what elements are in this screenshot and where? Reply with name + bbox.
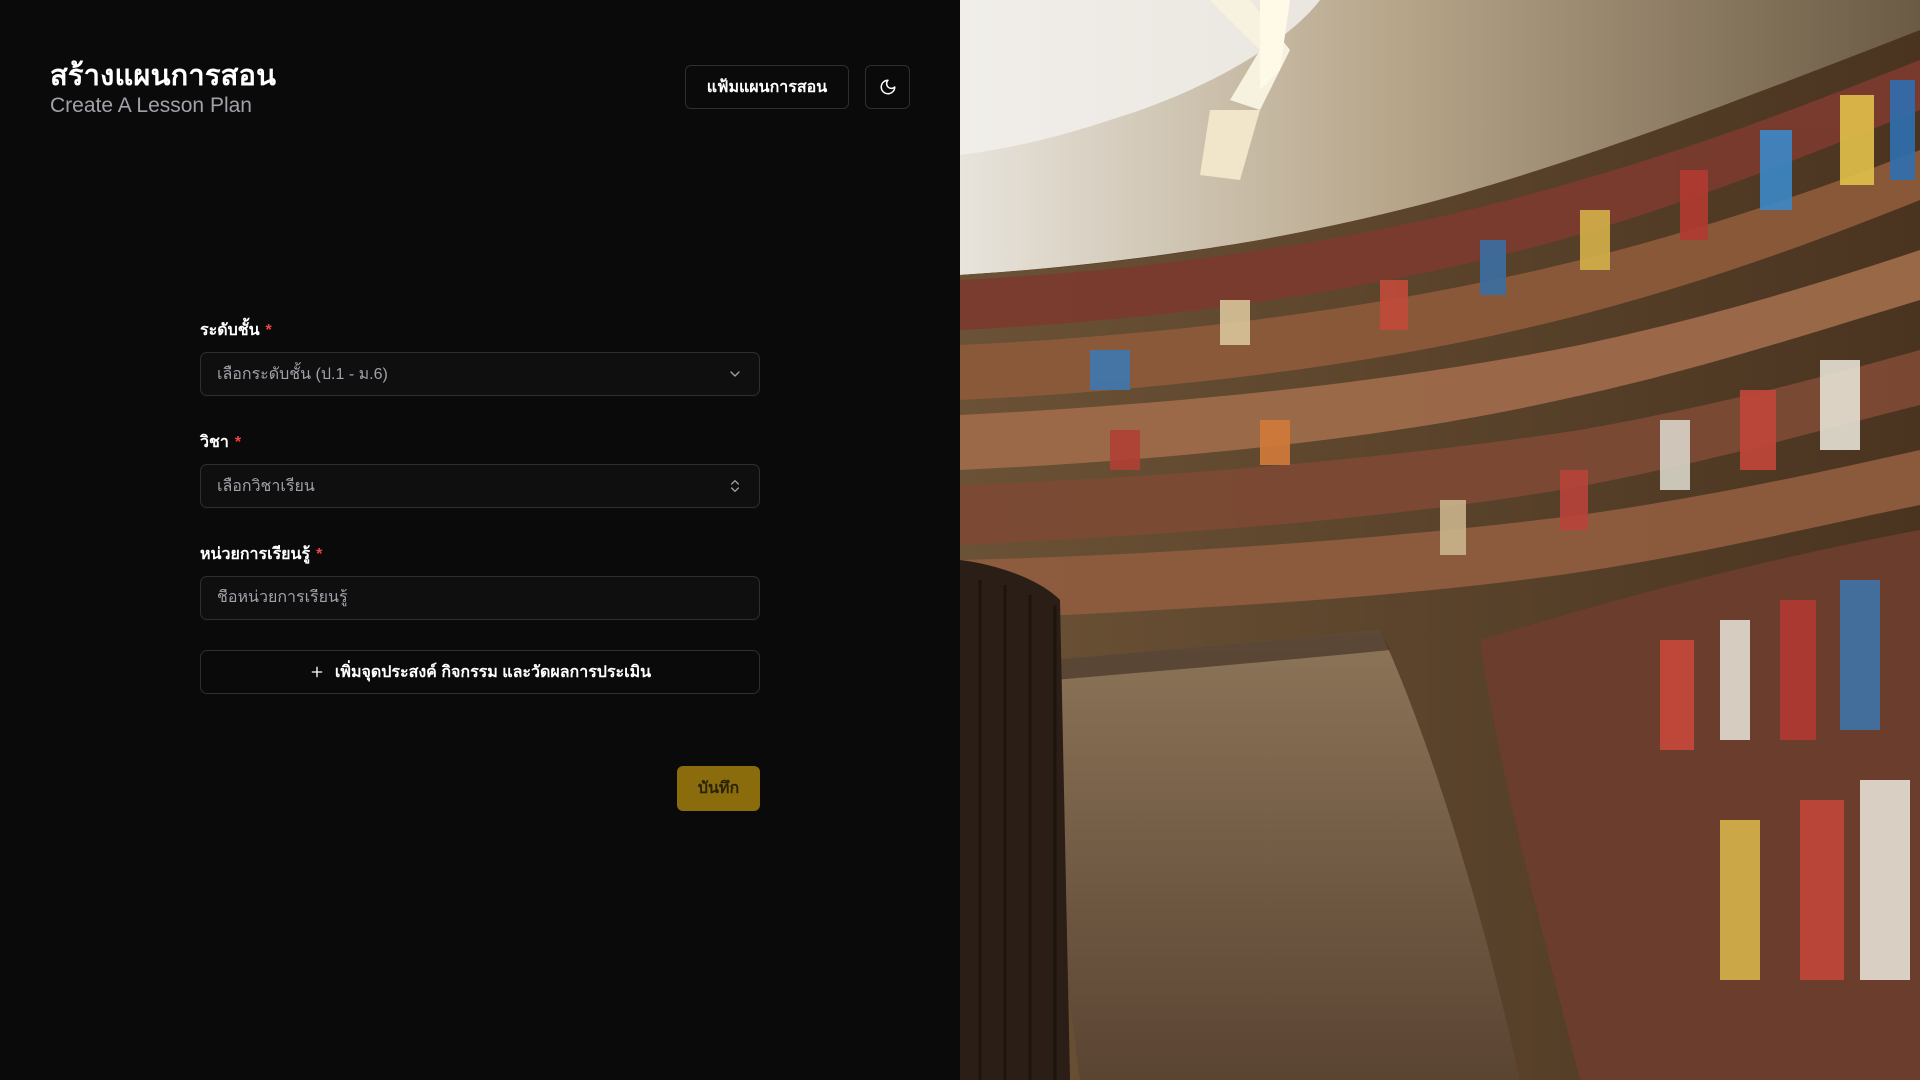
subject-label-text: วิชา: [200, 434, 229, 451]
page-title: สร้างแผนการสอน: [50, 60, 277, 92]
lesson-plan-portfolio-button[interactable]: แฟ้มแผนการสอน: [685, 65, 849, 109]
grade-label: ระดับชั้น *: [200, 320, 760, 342]
grade-label-text: ระดับชั้น: [200, 322, 260, 339]
add-objectives-label: เพิ่มจุดประสงค์ กิจกรรม และวัดผลการประเม…: [334, 663, 652, 681]
unit-label-text: หน่วยการเรียนรู้: [200, 546, 311, 563]
subject-label: วิชา *: [200, 432, 760, 454]
required-mark: *: [265, 322, 272, 339]
page-subtitle: Create A Lesson Plan: [50, 94, 252, 117]
header: สร้างแผนการสอน Create A Lesson Plan แฟ้ม…: [50, 52, 910, 132]
library-bookshelves-photo: [960, 0, 1920, 1080]
unit-label: หน่วยการเรียนรู้ *: [200, 544, 760, 566]
moon-icon: [880, 79, 895, 95]
unit-field: หน่วยการเรียนรู้ *: [200, 544, 760, 620]
plus-icon: [311, 666, 323, 678]
required-mark: *: [234, 434, 242, 451]
required-mark: *: [316, 546, 323, 563]
chevrons-up-down-icon: [727, 478, 743, 494]
subject-field: วิชา * เลือกวิชาเรียน: [200, 432, 760, 508]
unit-name-input[interactable]: [217, 589, 743, 607]
theme-toggle-button[interactable]: [865, 65, 910, 109]
save-button[interactable]: บันทึก: [677, 766, 760, 811]
lesson-plan-form: ระดับชั้น * เลือกระดับชั้น (ป.1 - ม.6) วิ…: [200, 320, 760, 694]
form-panel: สร้างแผนการสอน Create A Lesson Plan แฟ้ม…: [0, 0, 960, 1080]
subject-select[interactable]: เลือกวิชาเรียน: [200, 464, 760, 508]
page: สร้างแผนการสอน Create A Lesson Plan แฟ้ม…: [0, 0, 1920, 1080]
unit-input-wrapper: [200, 576, 760, 620]
chevron-down-icon: [727, 366, 743, 382]
add-objectives-button[interactable]: เพิ่มจุดประสงค์ กิจกรรม และวัดผลการประเม…: [200, 650, 760, 694]
grade-field: ระดับชั้น * เลือกระดับชั้น (ป.1 - ม.6): [200, 320, 760, 396]
subject-select-placeholder: เลือกวิชาเรียน: [217, 477, 315, 495]
library-image: [960, 0, 1920, 1080]
save-button-label: บันทึก: [697, 780, 740, 797]
lesson-plan-portfolio-label: แฟ้มแผนการสอน: [706, 78, 828, 96]
grade-select-placeholder: เลือกระดับชั้น (ป.1 - ม.6): [217, 365, 388, 383]
grade-select[interactable]: เลือกระดับชั้น (ป.1 - ม.6): [200, 352, 760, 396]
